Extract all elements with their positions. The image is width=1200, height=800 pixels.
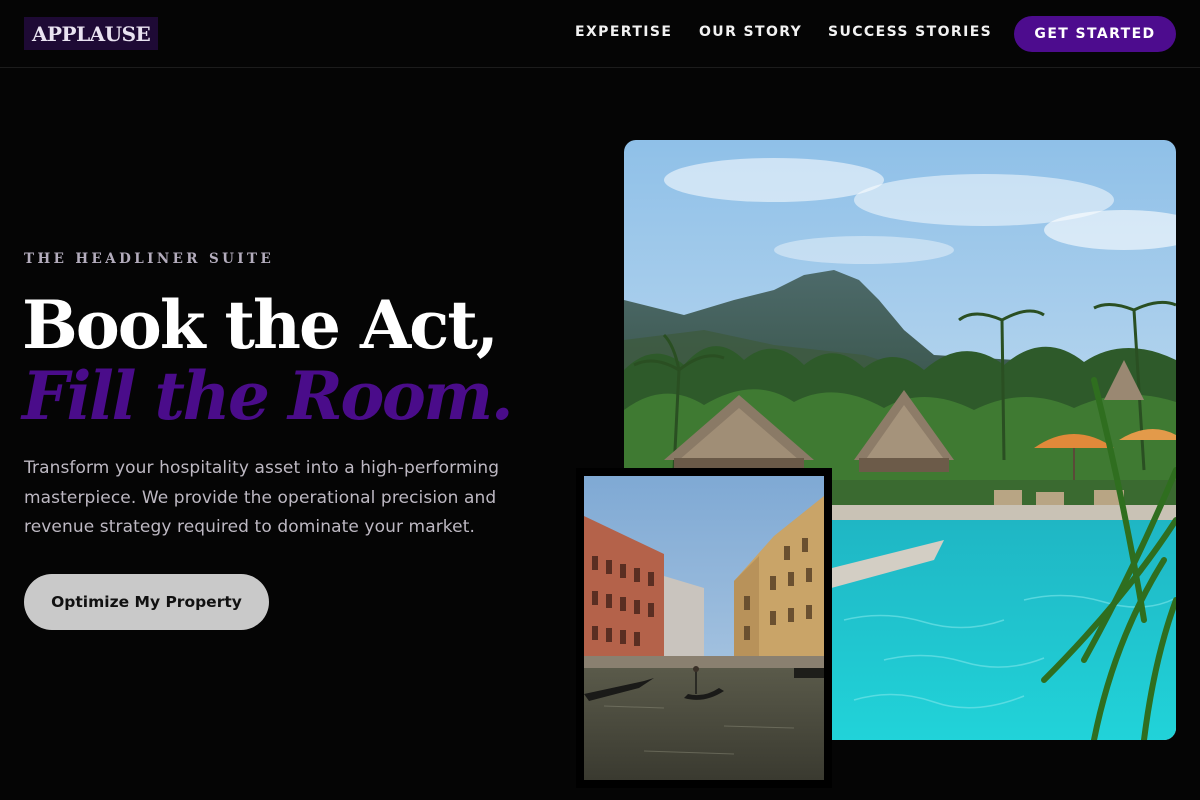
site-header: APPLAUSE EXPERTISE OUR STORY SUCCESS STO… — [0, 0, 1200, 68]
hero-eyebrow: THE HEADLINER SUITE — [24, 251, 275, 267]
landing-page: APPLAUSE EXPERTISE OUR STORY SUCCESS STO… — [0, 0, 1200, 800]
get-started-button[interactable]: GET STARTED — [1014, 16, 1176, 52]
hero-description: Transform your hospitality asset into a … — [24, 458, 500, 537]
venice-canal-image — [576, 468, 832, 788]
logo[interactable]: APPLAUSE — [24, 17, 159, 50]
nav-our-story[interactable]: OUR STORY — [699, 24, 802, 40]
hero-headline-accent: Fill the Room. — [22, 357, 514, 435]
optimize-property-button[interactable]: Optimize My Property — [24, 574, 269, 630]
hero-headline: Book the Act, — [22, 286, 499, 364]
logo-text: APPLAUSE — [32, 21, 151, 46]
nav-expertise[interactable]: EXPERTISE — [575, 24, 672, 40]
nav-success-stories[interactable]: SUCCESS STORIES — [828, 24, 992, 40]
